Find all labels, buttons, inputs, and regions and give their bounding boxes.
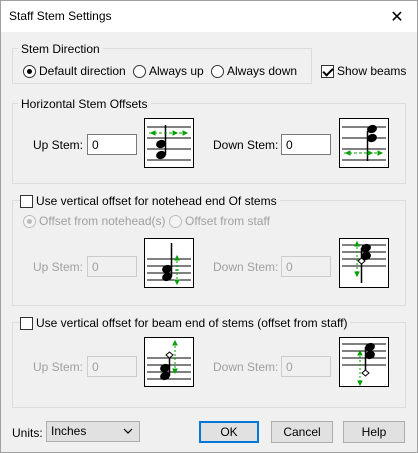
ok-button[interactable]: OK <box>199 421 259 443</box>
radio-offset-from-staff-indicator[interactable] <box>169 214 182 228</box>
radio-default-direction[interactable]: Default direction <box>23 64 126 78</box>
notehead-up-stem-diagram <box>147 243 191 286</box>
radio-always-up-indicator[interactable] <box>133 64 146 78</box>
horizontal-down-stem-preview <box>339 118 389 168</box>
cancel-button[interactable]: Cancel <box>271 421 333 443</box>
horizontal-up-stem-preview <box>144 118 194 168</box>
radio-always-down-indicator[interactable] <box>211 64 224 78</box>
notehead-offset-box[interactable] <box>20 194 33 208</box>
radio-always-down-label: Always down <box>227 64 298 78</box>
units-label: Units: <box>12 426 43 440</box>
notehead-offset-label: Use vertical offset for notehead end Of … <box>36 194 277 208</box>
beam-offset-checkbox[interactable]: Use vertical offset for beam end of stem… <box>20 316 351 330</box>
radio-offset-from-staff[interactable]: Offset from staff <box>169 214 270 228</box>
radio-always-down[interactable]: Always down <box>211 64 297 78</box>
notehead-offset-checkbox[interactable]: Use vertical offset for notehead end Of … <box>20 194 280 208</box>
horizontal-down-stem-diagram <box>342 124 386 161</box>
notehead-up-stem-label: Up Stem: <box>33 260 84 274</box>
notehead-up-stem-preview <box>144 238 194 288</box>
radio-offset-from-notehead-indicator[interactable] <box>23 214 36 228</box>
horizontal-up-stem-label: Up Stem: <box>33 138 84 152</box>
notehead-down-stem-label: Down Stem: <box>213 260 279 274</box>
notehead-down-stem-diagram <box>342 240 386 283</box>
beam-down-stem-label: Down Stem: <box>213 360 279 374</box>
units-select-value: Inches <box>51 424 87 438</box>
beam-down-stem-diagram <box>342 342 386 386</box>
horizontal-down-stem-input[interactable] <box>281 134 331 155</box>
chevron-down-icon <box>123 428 133 434</box>
show-beams-label: Show beams <box>337 64 407 78</box>
beam-up-stem-preview <box>144 337 194 387</box>
horizontal-offsets-title: Horizontal Stem Offsets <box>18 97 151 111</box>
units-select[interactable]: Inches <box>46 421 140 442</box>
show-beams-checkbox[interactable]: Show beams <box>321 64 406 78</box>
horizontal-up-stem-input[interactable] <box>87 134 137 155</box>
notehead-down-stem-input[interactable] <box>281 256 331 277</box>
notehead-up-stem-input[interactable] <box>87 256 137 277</box>
horizontal-up-stem-diagram <box>147 125 191 161</box>
stem-direction-title: Stem Direction <box>18 42 103 56</box>
radio-always-up[interactable]: Always up <box>133 64 204 78</box>
title-bar: Staff Stem Settings ✕ <box>1 1 417 32</box>
beam-up-stem-diagram <box>147 339 191 381</box>
radio-offset-from-notehead-label: Offset from notehead(s) <box>39 214 166 228</box>
beam-offset-label: Use vertical offset for beam end of stem… <box>36 316 348 330</box>
radio-default-direction-indicator[interactable] <box>23 64 36 78</box>
beam-offset-box[interactable] <box>20 316 33 330</box>
beam-down-stem-preview <box>339 337 389 387</box>
dialog-window: Staff Stem Settings ✕ Stem Direction Def… <box>0 0 418 453</box>
radio-always-up-label: Always up <box>149 64 204 78</box>
help-button[interactable]: Help <box>343 421 405 443</box>
beam-down-stem-input[interactable] <box>281 356 331 377</box>
close-icon[interactable]: ✕ <box>377 1 417 32</box>
window-title: Staff Stem Settings <box>9 9 112 23</box>
beam-up-stem-input[interactable] <box>87 356 137 377</box>
beam-up-stem-label: Up Stem: <box>33 360 84 374</box>
radio-offset-from-staff-label: Offset from staff <box>185 214 270 228</box>
horizontal-down-stem-label: Down Stem: <box>213 138 279 152</box>
show-beams-box[interactable] <box>321 64 334 78</box>
notehead-down-stem-preview <box>339 238 389 288</box>
radio-offset-from-notehead[interactable]: Offset from notehead(s) <box>23 214 166 228</box>
radio-default-direction-label: Default direction <box>39 64 126 78</box>
